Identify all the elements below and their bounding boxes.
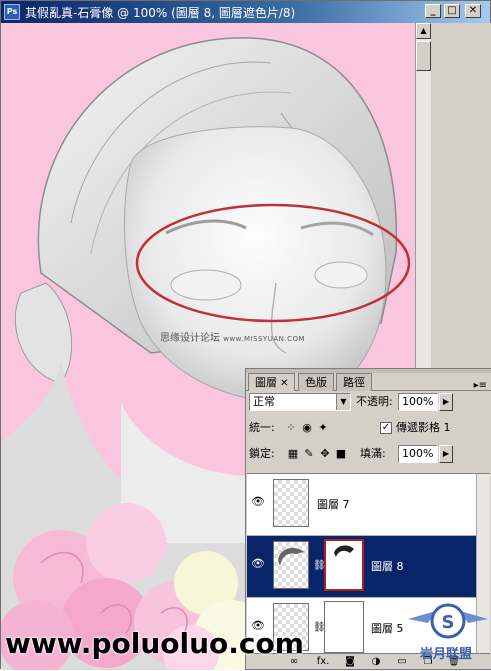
hair-thumbnail-icon bbox=[278, 547, 304, 566]
unify-row: 統一: ⁘ ◉ ✦ ✓ 傳遞影格 1 bbox=[246, 419, 491, 443]
mask-icon[interactable]: ◙ bbox=[343, 655, 357, 668]
lock-transparency-icon[interactable]: ▦ bbox=[286, 447, 300, 461]
title-bar[interactable]: Ps 其假亂真-石膏像 @ 100% (圖層 8, 圖層遮色片/8) _ □ ✕ bbox=[1, 1, 490, 23]
scroll-thumb[interactable] bbox=[416, 41, 431, 71]
layer-row[interactable]: 👁 圖層 7 bbox=[247, 474, 490, 536]
svg-text:S: S bbox=[442, 612, 455, 633]
alliance-logo: S 岩月联盟 bbox=[406, 589, 490, 667]
workspace-background bbox=[431, 23, 491, 368]
close-button[interactable]: ✕ bbox=[465, 4, 481, 18]
credit-url: www.MISSYUAN.COM bbox=[223, 335, 306, 343]
tab-channels[interactable]: 色版 bbox=[298, 373, 334, 391]
tab-channels-label: 色版 bbox=[305, 376, 327, 389]
unify-position-icon[interactable]: ⁘ bbox=[284, 421, 298, 435]
visibility-eye-icon[interactable]: 👁 bbox=[251, 558, 265, 570]
lock-label: 鎖定: bbox=[249, 447, 275, 460]
panel-menu-icon[interactable]: ▸≡ bbox=[474, 380, 487, 391]
tab-paths[interactable]: 路徑 bbox=[336, 373, 372, 391]
logo-text: 岩月联盟 bbox=[420, 647, 473, 662]
lock-all-icon[interactable]: ■ bbox=[334, 447, 348, 461]
minimize-button[interactable]: _ bbox=[425, 4, 441, 18]
propagate-checkbox[interactable]: ✓ bbox=[380, 422, 392, 434]
visibility-eye-icon[interactable]: 👁 bbox=[251, 496, 265, 508]
scroll-up-arrow-icon[interactable]: ▲ bbox=[416, 23, 431, 39]
opacity-input[interactable]: 100% bbox=[398, 393, 438, 411]
lock-paint-icon[interactable]: ✎ bbox=[302, 447, 316, 461]
fx-icon[interactable]: fx. bbox=[313, 655, 333, 668]
layer-name: 圖層 7 bbox=[317, 498, 350, 511]
opacity-slider-arrow-icon[interactable]: ▶ bbox=[439, 393, 453, 411]
unify-label: 統一: bbox=[249, 421, 275, 434]
window-title: 其假亂真-石膏像 @ 100% (圖層 8, 圖層遮色片/8) bbox=[25, 6, 296, 20]
blend-opacity-row: 正常 ▼ 不透明: 100% ▶ bbox=[246, 393, 491, 417]
site-watermark: www.poluoluo.com bbox=[5, 627, 304, 660]
layer-thumbnail bbox=[273, 541, 309, 589]
fill-input[interactable]: 100% bbox=[398, 445, 438, 463]
unify-visibility-icon[interactable]: ◉ bbox=[300, 421, 314, 435]
adjustment-icon[interactable]: ◑ bbox=[369, 655, 383, 668]
layer-mask-thumbnail[interactable] bbox=[324, 539, 364, 591]
fill-label: 填滿: bbox=[360, 447, 386, 460]
maximize-button[interactable]: □ bbox=[444, 4, 460, 18]
tab-layers[interactable]: 圖層 ✕ bbox=[248, 373, 296, 391]
layer-name: 圖層 5 bbox=[371, 622, 404, 635]
layer-name: 圖層 8 bbox=[371, 560, 404, 573]
layer-thumbnail bbox=[273, 479, 309, 527]
tab-layers-label: 圖層 bbox=[255, 376, 277, 389]
tab-paths-label: 路徑 bbox=[343, 376, 365, 389]
lock-fill-row: 鎖定: ▦ ✎ ✥ ■ 填滿: 100% ▶ bbox=[246, 445, 491, 469]
tab-close-icon[interactable]: ✕ bbox=[280, 378, 288, 389]
blend-mode-value: 正常 bbox=[253, 395, 275, 408]
lock-move-icon[interactable]: ✥ bbox=[318, 447, 332, 461]
panel-tabs: 圖層 ✕ 色版 路徑 ▸≡ bbox=[246, 373, 491, 391]
opacity-label: 不透明: bbox=[356, 395, 393, 408]
credit-text: 思缘设计论坛 bbox=[160, 333, 220, 344]
layer-mask-thumbnail[interactable] bbox=[324, 601, 364, 653]
propagate-label: 傳遞影格 1 bbox=[396, 421, 451, 434]
fill-slider-arrow-icon[interactable]: ▶ bbox=[439, 445, 453, 463]
chevron-down-icon[interactable]: ▼ bbox=[336, 394, 350, 410]
photoshop-icon: Ps bbox=[4, 4, 20, 20]
photoshop-document-window: Ps 其假亂真-石膏像 @ 100% (圖層 8, 圖層遮色片/8) _ □ ✕ bbox=[0, 0, 491, 670]
blend-mode-select[interactable]: 正常 ▼ bbox=[249, 393, 351, 411]
mask-shape-icon bbox=[334, 545, 354, 557]
credit-watermark: 思缘设计论坛 www.MISSYUAN.COM bbox=[160, 329, 305, 344]
unify-style-icon[interactable]: ✦ bbox=[316, 421, 330, 435]
